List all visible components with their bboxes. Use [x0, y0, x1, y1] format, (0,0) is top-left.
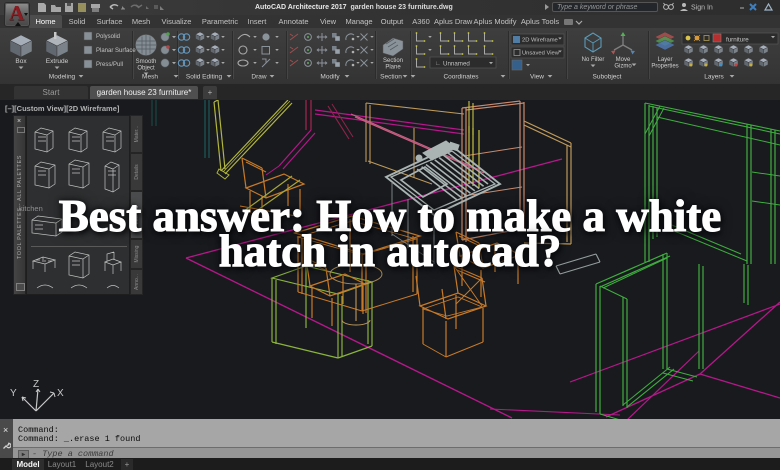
svg-text:No Filter: No Filter [582, 57, 605, 63]
svg-text:Subobject: Subobject [593, 74, 622, 81]
svg-text:2D Wireframe: 2D Wireframe [522, 38, 558, 44]
svg-text:Extrude: Extrude [46, 58, 69, 65]
svg-text:Box: Box [15, 58, 27, 65]
svg-text:Plane: Plane [385, 65, 401, 71]
svg-text:Move: Move [616, 57, 631, 63]
svg-text:Unsaved View: Unsaved View [522, 51, 560, 57]
svg-text:Polysolid: Polysolid [96, 34, 120, 40]
svg-text:X: X [57, 388, 64, 399]
svg-text:Gizmo: Gizmo [614, 64, 632, 70]
svg-text:Planar Surface: Planar Surface [96, 48, 136, 54]
svg-text:Draw: Draw [251, 74, 266, 81]
svg-text:Z: Z [33, 379, 39, 390]
svg-text:Section: Section [380, 74, 402, 81]
svg-text:Layer: Layer [657, 57, 672, 63]
svg-text:Solid Editing: Solid Editing [186, 74, 223, 81]
svg-text:Press/Pull: Press/Pull [96, 62, 123, 68]
svg-text:Object: Object [137, 66, 155, 72]
svg-text:Modeling: Modeling [49, 74, 76, 81]
svg-text:∟: ∟ [435, 61, 441, 67]
svg-text:Y: Y [10, 388, 17, 399]
svg-text:Smooth: Smooth [136, 59, 157, 65]
svg-text:furniture: furniture [726, 37, 749, 44]
svg-text:Sign In: Sign In [691, 5, 713, 12]
svg-text:View: View [530, 74, 544, 81]
svg-text:Mesh: Mesh [142, 74, 158, 81]
svg-text:Unnamed: Unnamed [443, 61, 470, 68]
svg-text:Modify: Modify [320, 74, 340, 81]
svg-text:Coordinates: Coordinates [443, 74, 479, 81]
svg-text:Properties: Properties [651, 64, 678, 70]
svg-text:Layers: Layers [704, 74, 724, 81]
svg-text:Section: Section [383, 58, 403, 64]
